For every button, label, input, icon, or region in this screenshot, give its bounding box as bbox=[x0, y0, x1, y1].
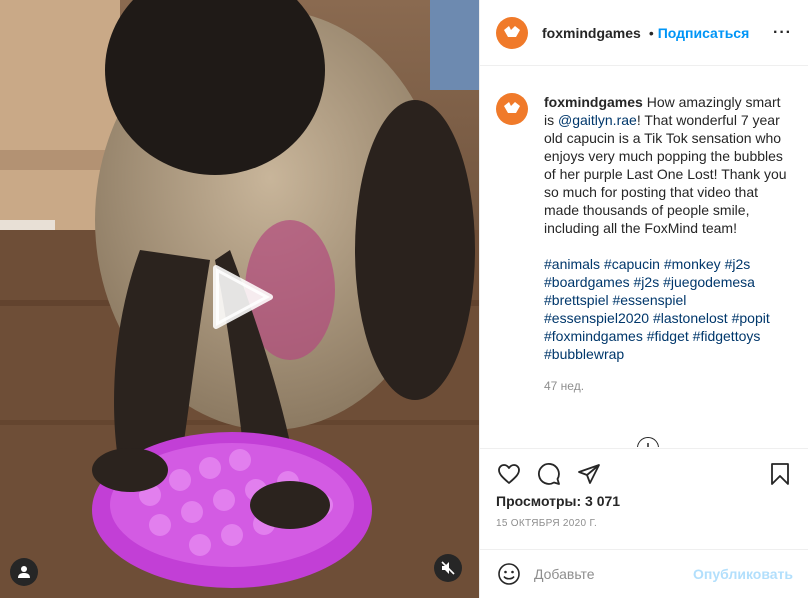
comment-icon bbox=[538, 463, 560, 485]
post-video[interactable]: R bbox=[0, 0, 479, 598]
hashtag-link[interactable]: #lastonelost bbox=[653, 310, 728, 326]
caption-text: foxmindgames How amazingly smart is @gai… bbox=[544, 93, 792, 237]
post-dialog: R bbox=[0, 0, 808, 598]
hashtag-link[interactable]: #j2s bbox=[725, 256, 751, 272]
add-comment-bar: Опубликовать bbox=[480, 549, 808, 598]
post-date[interactable]: 15 ОКТЯБРЯ 2020 Г. bbox=[496, 518, 793, 529]
caption-area: foxmindgames How amazingly smart is @gai… bbox=[480, 67, 808, 447]
hashtag-link[interactable]: #essenspiel2020 bbox=[544, 310, 649, 326]
heart-icon bbox=[498, 464, 520, 484]
hashtag-link[interactable]: #monkey bbox=[664, 256, 721, 272]
bookmark-icon bbox=[771, 463, 789, 485]
user-icon bbox=[18, 566, 30, 578]
caption-row: foxmindgames How amazingly smart is @gai… bbox=[496, 93, 793, 395]
hashtag-link[interactable]: #popit bbox=[732, 310, 770, 326]
emoji-icon bbox=[498, 563, 520, 585]
play-button[interactable] bbox=[206, 262, 276, 332]
mention-link[interactable]: @gaitlyn.rae bbox=[558, 112, 637, 128]
foxmind-logo-icon bbox=[504, 25, 520, 37]
share-button[interactable] bbox=[576, 461, 602, 487]
hashtag-link[interactable]: #fidget bbox=[647, 328, 689, 344]
caption-text-end: ! That wonderful 7 year old capucin is a… bbox=[544, 112, 787, 236]
plus-circle-icon bbox=[647, 443, 649, 447]
hashtag-link[interactable]: #fidgettoys bbox=[693, 328, 761, 344]
save-button[interactable] bbox=[767, 461, 793, 487]
separator-dot: • bbox=[648, 24, 654, 41]
hashtag-link[interactable]: #bubblewrap bbox=[544, 346, 624, 362]
post-actions: Просмотры: 3 071 15 ОКТЯБРЯ 2020 Г. bbox=[480, 448, 808, 549]
emoji-button[interactable] bbox=[496, 561, 522, 587]
follow-button[interactable]: Подписаться bbox=[658, 25, 750, 41]
hashtag-link[interactable]: #j2s bbox=[634, 274, 660, 290]
avatar[interactable] bbox=[496, 16, 528, 49]
caption-body: foxmindgames How amazingly smart is @gai… bbox=[544, 93, 792, 395]
hashtag-link[interactable]: #boardgames bbox=[544, 274, 630, 290]
caption-avatar[interactable] bbox=[496, 93, 528, 125]
header-username[interactable]: foxmindgames bbox=[542, 25, 641, 41]
comment-input[interactable] bbox=[534, 566, 684, 582]
comment-button[interactable] bbox=[536, 461, 562, 487]
hashtag-link[interactable]: #juegodemesa bbox=[663, 274, 755, 290]
tagged-users-button[interactable] bbox=[10, 558, 38, 586]
view-count[interactable]: Просмотры: 3 071 bbox=[496, 493, 793, 509]
like-button[interactable] bbox=[496, 461, 522, 487]
more-options-button[interactable]: ··· bbox=[773, 24, 792, 42]
publish-comment-button[interactable]: Опубликовать bbox=[693, 566, 793, 582]
share-icon bbox=[578, 464, 600, 484]
post-sidebar: foxmindgames • Подписаться ··· foxmindga… bbox=[479, 0, 808, 598]
play-icon bbox=[213, 265, 273, 329]
hashtag-link[interactable]: #animals bbox=[544, 256, 600, 272]
post-time-ago: 47 нед. bbox=[544, 379, 585, 393]
caption-username[interactable]: foxmindgames bbox=[544, 94, 643, 110]
action-icons bbox=[496, 449, 793, 499]
hashtag-list: #animals #capucin #monkey #j2s #boardgam… bbox=[544, 255, 792, 363]
load-more-comments-button[interactable] bbox=[637, 437, 659, 447]
hashtag-link[interactable]: #brettspiel bbox=[544, 292, 609, 308]
mute-toggle-button[interactable] bbox=[434, 554, 462, 582]
foxmind-logo-icon bbox=[504, 102, 520, 113]
post-header: foxmindgames • Подписаться ··· bbox=[480, 0, 808, 66]
hashtag-link[interactable]: #essenspiel bbox=[612, 292, 686, 308]
hashtag-link[interactable]: #capucin bbox=[604, 256, 660, 272]
hashtag-link[interactable]: #foxmindgames bbox=[544, 328, 643, 344]
muted-speaker-icon bbox=[441, 561, 455, 575]
